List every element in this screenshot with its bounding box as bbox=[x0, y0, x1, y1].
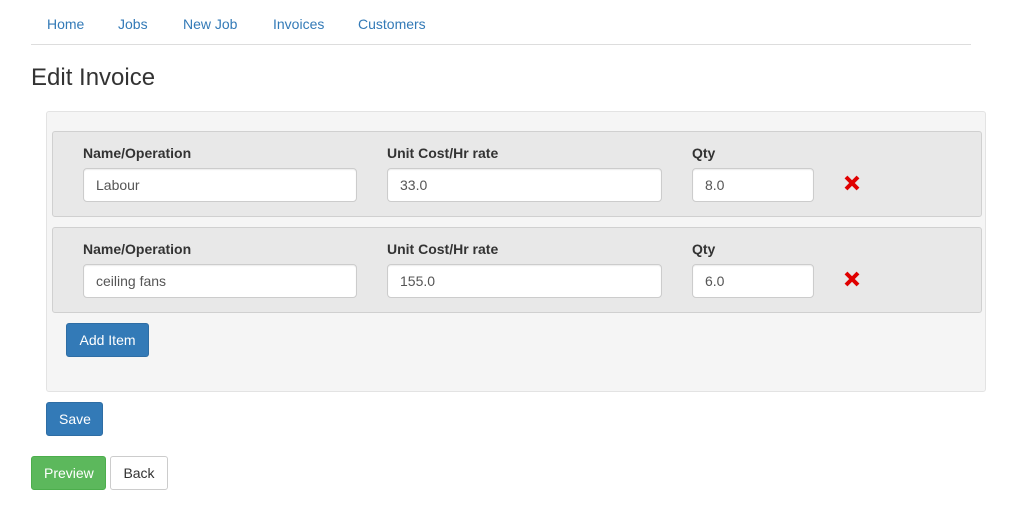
qty-label: Qty bbox=[692, 241, 716, 257]
unit-cost-label: Unit Cost/Hr rate bbox=[387, 241, 499, 257]
unit-cost-label: Unit Cost/Hr rate bbox=[387, 145, 499, 161]
preview-button[interactable]: Preview bbox=[31, 456, 106, 490]
nav-new-job-link[interactable]: New Job bbox=[183, 16, 237, 32]
invoice-item-row: Name/Operation Unit Cost/Hr rate Qty bbox=[52, 131, 982, 217]
unit-cost-input[interactable] bbox=[387, 264, 662, 298]
nav-jobs-link[interactable]: Jobs bbox=[118, 16, 148, 32]
qty-input[interactable] bbox=[692, 168, 814, 202]
name-input[interactable] bbox=[83, 264, 357, 298]
back-button[interactable]: Back bbox=[110, 456, 168, 490]
close-icon[interactable] bbox=[843, 270, 861, 288]
nav-home-link[interactable]: Home bbox=[47, 16, 84, 32]
nav-invoices-link[interactable]: Invoices bbox=[273, 16, 324, 32]
invoice-item-row: Name/Operation Unit Cost/Hr rate Qty bbox=[52, 227, 982, 313]
close-icon[interactable] bbox=[843, 174, 861, 192]
add-item-button[interactable]: Add Item bbox=[66, 323, 149, 357]
unit-cost-input[interactable] bbox=[387, 168, 662, 202]
save-button[interactable]: Save bbox=[46, 402, 103, 436]
top-nav: Home Jobs New Job Invoices Customers bbox=[31, 0, 971, 45]
qty-label: Qty bbox=[692, 145, 716, 161]
invoice-items-panel: Name/Operation Unit Cost/Hr rate Qty Nam… bbox=[46, 111, 986, 392]
qty-input[interactable] bbox=[692, 264, 814, 298]
name-input[interactable] bbox=[83, 168, 357, 202]
nav-customers-link[interactable]: Customers bbox=[358, 16, 426, 32]
page-title: Edit Invoice bbox=[31, 64, 156, 91]
name-label: Name/Operation bbox=[83, 145, 192, 161]
name-label: Name/Operation bbox=[83, 241, 192, 257]
